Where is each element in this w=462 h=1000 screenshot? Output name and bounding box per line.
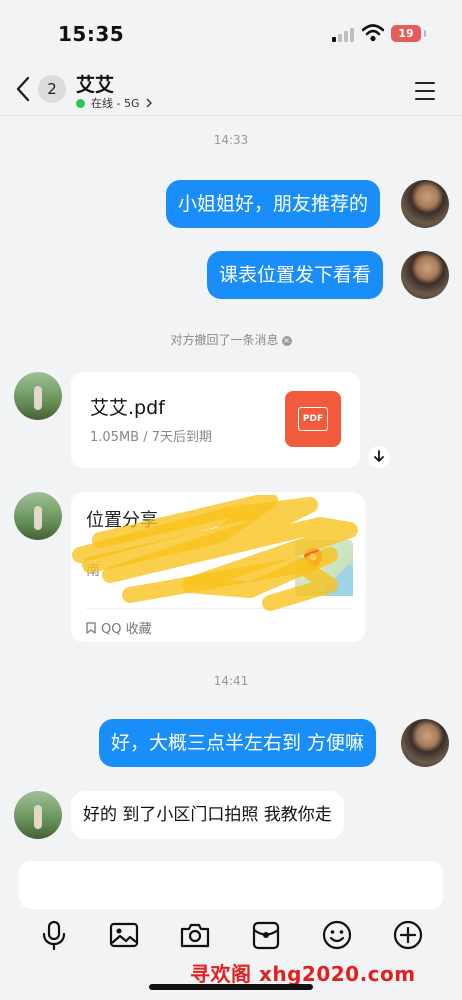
- bookmark-icon: [86, 621, 96, 634]
- wifi-icon: [362, 24, 384, 42]
- chat-header: 2 艾艾 在线 - 5G: [0, 62, 462, 116]
- image-icon[interactable]: [108, 919, 140, 951]
- location-source: QQ 收藏: [86, 618, 152, 637]
- battery-cap: [424, 30, 426, 37]
- battery-icon: 19: [391, 25, 421, 42]
- chevron-left-icon: [16, 76, 30, 102]
- status-time: 15:35: [58, 22, 125, 46]
- status-bar: 15:35 19: [0, 0, 462, 62]
- file-meta: 1.05MB / 7天后到期: [90, 430, 212, 445]
- presence-text: 在线 - 5G: [91, 97, 140, 110]
- presence-status[interactable]: 在线 - 5G: [76, 95, 152, 111]
- camera-icon[interactable]: [179, 919, 211, 951]
- recall-notice: 对方撤回了一条消息 ×: [0, 331, 462, 348]
- emoji-icon[interactable]: [321, 919, 353, 951]
- message-input[interactable]: [19, 861, 443, 909]
- back-button[interactable]: 2: [10, 72, 70, 106]
- contact-name[interactable]: 艾艾: [76, 70, 114, 97]
- redaction-scribble: [72, 495, 358, 611]
- message-bubble-outgoing[interactable]: 小姐姐好，朋友推荐的: [166, 180, 381, 228]
- message-bubble-incoming[interactable]: 好的 到了小区门口拍照 我教你走: [71, 791, 344, 839]
- home-indicator[interactable]: [149, 984, 313, 990]
- timestamp: 14:41: [213, 674, 249, 688]
- location-source-text: QQ 收藏: [101, 622, 152, 637]
- my-avatar[interactable]: [401, 719, 449, 767]
- contact-avatar[interactable]: [14, 492, 62, 540]
- message-bubble-outgoing[interactable]: 课表位置发下看看: [207, 251, 384, 299]
- contact-avatar[interactable]: [14, 372, 62, 420]
- microphone-icon[interactable]: [38, 919, 70, 951]
- chevron-right-icon: [146, 98, 152, 108]
- unread-badge: 2: [38, 75, 66, 103]
- menu-icon[interactable]: [412, 80, 438, 102]
- pdf-file-icon: PDF: [285, 391, 341, 447]
- recall-notice-text: 对方撤回了一条消息: [170, 333, 279, 347]
- red-packet-icon[interactable]: [250, 919, 282, 951]
- contact-avatar[interactable]: [14, 791, 62, 839]
- close-icon: ×: [281, 335, 292, 346]
- signal-icon: [332, 28, 354, 42]
- timestamp: 14:33: [213, 133, 249, 147]
- plus-icon[interactable]: [392, 919, 424, 951]
- message-bubble-outgoing[interactable]: 好，大概三点半左右到 方便嘛: [99, 719, 377, 767]
- watermark: 寻欢阁 xhg2020.com: [190, 962, 416, 986]
- online-dot-icon: [76, 98, 85, 108]
- my-avatar[interactable]: [401, 251, 449, 299]
- file-card[interactable]: 艾艾.pdf 1.05MB / 7天后到期 PDF: [71, 372, 360, 468]
- download-button[interactable]: [368, 446, 390, 468]
- file-name: 艾艾.pdf: [90, 397, 165, 419]
- pdf-icon-label: PDF: [298, 407, 328, 431]
- download-icon: [374, 450, 384, 462]
- my-avatar[interactable]: [401, 180, 449, 228]
